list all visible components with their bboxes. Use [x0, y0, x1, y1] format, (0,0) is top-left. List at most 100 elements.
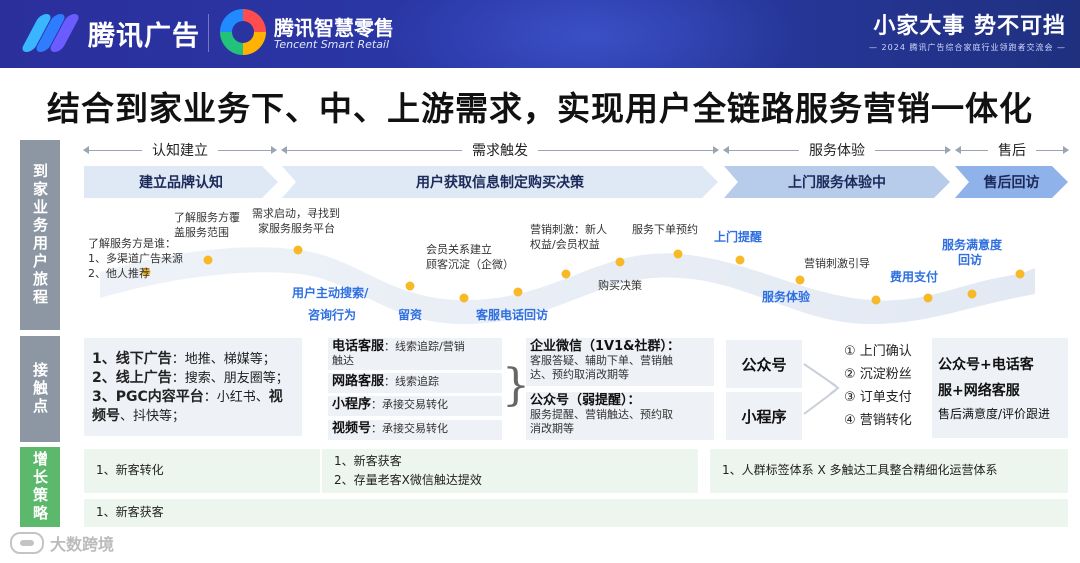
journey-dot	[615, 257, 625, 267]
touch-box-official-account: 公众号	[726, 340, 802, 388]
journey-text-line: 权益/会员权益	[530, 238, 600, 251]
journey-highlight: 服务体验	[762, 290, 811, 304]
journey-text-line: 家服务服务平台	[258, 222, 335, 235]
journey-dot	[459, 293, 469, 303]
touch-pgc-items-d: 、抖快等；	[120, 409, 186, 424]
journey-text: 了解服务方是谁： 1、多渠道广告来源 2、他人推荐	[88, 236, 183, 281]
journey-highlight: 用户主动搜索/咨询行为	[292, 282, 368, 326]
stage-label-service: 服务体验	[809, 143, 865, 159]
header-divider	[208, 14, 209, 52]
service-steps-list: ① 上门确认 ② 沉淀粉丝 ③ 订单支付 ④ 营销转化	[844, 340, 912, 432]
journey-dot	[923, 293, 933, 303]
touch-after-title-b: 服+网络客服	[938, 383, 1020, 399]
journey-dot	[203, 255, 213, 265]
journey-dot	[871, 295, 881, 305]
header-glow	[380, 0, 800, 68]
journey-text-line: 2、他人推荐	[88, 267, 150, 280]
touch-video-title: 视频号	[332, 421, 372, 436]
touch-after-title: 公众号+电话客	[938, 357, 1034, 373]
journey-dot	[293, 245, 303, 255]
touch-online-items: ：搜索、朋友圈等；	[171, 371, 289, 386]
row-label-growth-text: 增长策略	[31, 451, 49, 523]
journey-highlight-line: 回访	[958, 253, 983, 267]
stage-banner-demand: 用户获取信息制定购买决策	[282, 166, 718, 198]
touch-web-service: 网路客服：线索追踪	[328, 373, 502, 393]
touch-ads-panel: 1、线下广告：地推、梯媒等； 2、线上广告：搜索、朋友圈等； 3、PGC内容平台…	[84, 338, 302, 436]
touch-aftersale-panel: 公众号+电话客 服+网络客服 售后满意度/评价跟进	[932, 338, 1068, 438]
tencent-ads-logo-icon	[19, 14, 82, 52]
touch-offline-title: 1、线下广告	[92, 351, 172, 367]
journey-text-line: 盖服务范围	[174, 226, 229, 239]
growth-demand: 1、新客获客 2、存量老客X微信触达提效	[322, 449, 698, 493]
journey-text-line: 1、多渠道广告来源	[88, 252, 183, 265]
journey-text: 服务下单预约	[632, 223, 698, 236]
growth-demand-line: 2、存量老客X微信触达提效	[334, 473, 482, 487]
touch-mini-title: 小程序	[332, 397, 372, 412]
stage-banner-aftersale: 售后回访	[955, 166, 1068, 198]
touch-oa-title: 公众号（弱提醒）：	[530, 393, 641, 408]
journey-dot	[673, 249, 683, 259]
journey-highlight: 留资	[398, 308, 423, 322]
touch-online-title: 2、线上广告	[92, 370, 172, 386]
watermark-text: 大数跨境	[50, 535, 115, 554]
touch-box-mini-program: 小程序	[726, 392, 802, 440]
journey-text: 会员关系建立 顾客沉淀（企微）	[426, 242, 514, 272]
journey-dot	[561, 269, 571, 279]
journey-text: 营销刺激：新人 权益/会员权益	[530, 222, 607, 252]
journey-highlight: 费用支付	[890, 270, 939, 284]
touch-oa-desc-b: 消改期等	[530, 422, 574, 435]
touch-phone-title: 电话客服	[332, 339, 385, 354]
journey-highlight-line: 服务满意度	[942, 238, 1003, 252]
journey-highlight-line: 用户主动搜索/	[292, 286, 369, 300]
journey-dot	[967, 289, 977, 299]
brand-tencent-ads: 腾讯广告	[88, 21, 200, 52]
growth-service: 1、人群标签体系 X 多触达工具整合精细化运营体系	[710, 449, 1068, 493]
growth-awareness: 1、新客转化	[84, 449, 320, 493]
touch-official-account: 公众号（弱提醒）： 服务提醒、营销触达、预约取 消改期等	[526, 392, 714, 440]
touch-offline-items: ：地推、梯媒等；	[171, 352, 276, 367]
touch-pgc-title: 3、PGC内容平台	[92, 389, 204, 405]
touch-phone-desc-b: 触达	[332, 354, 354, 367]
journey-dot	[735, 255, 745, 265]
journey-highlight: 客服电话回访	[476, 308, 549, 322]
brand-smart-retail-en: Tencent Smart Retail	[274, 38, 390, 51]
touch-wecom-title: 企业微信（1V1&社群）：	[530, 339, 680, 354]
header-slogan: 小家大事 势不可挡	[873, 14, 1066, 39]
service-step: ② 沉淀粉丝	[844, 367, 912, 382]
journey-text-line: 了解服务方覆	[174, 211, 240, 224]
journey-text-line: 了解服务方是谁：	[88, 237, 176, 250]
touch-pgc-video-b: 频号	[92, 408, 120, 424]
stage-label-demand: 需求触发	[472, 143, 528, 159]
touch-wecom-desc-b: 达、预约取消改期等	[530, 368, 629, 381]
touch-pgc-video: 视	[268, 389, 283, 405]
touch-video-desc: ：承接交易转化	[371, 422, 449, 435]
touch-web-desc: ：线索追踪	[384, 375, 440, 388]
journey-dot	[1015, 269, 1025, 279]
touch-wecom-desc: 客服答疑、辅助下单、营销触	[530, 354, 673, 367]
growth-demand-line: 1、新客获客	[334, 454, 402, 468]
journey-text-line: 需求启动，寻找到	[252, 207, 340, 220]
touch-pgc-cont: 频号、抖快等；	[92, 407, 294, 426]
touch-video-channel: 视频号：承接交易转化	[328, 420, 502, 440]
service-step: ③ 订单支付	[844, 390, 912, 405]
touch-mini-program: 小程序：承接交易转化	[328, 396, 502, 416]
journey-text: 购买决策	[598, 279, 642, 292]
journey-text: 了解服务方覆 盖服务范围	[174, 210, 240, 240]
touch-offline: 1、线下广告：地推、梯媒等；	[92, 350, 294, 369]
stage-banner-service: 上门服务体验中	[724, 166, 950, 198]
stage-head-aftersale: 售后	[955, 140, 1069, 160]
growth-bottom: 1、新客获客	[84, 499, 1068, 527]
touch-wecom: 企业微信（1V1&社群）： 客服答疑、辅助下单、营销触 达、预约取消改期等	[526, 338, 714, 386]
journey-dot	[513, 287, 523, 297]
row-label-journey: 到家业务用户旅程	[20, 140, 60, 330]
page-title: 结合到家业务下、中、上游需求，实现用户全链路服务营销一体化	[47, 89, 1033, 128]
journey-text-line: 顾客沉淀（企微）	[426, 258, 514, 271]
row-label-growth: 增长策略	[20, 447, 60, 527]
journey-text-line: 营销刺激：新人	[530, 223, 607, 236]
stage-head-awareness: 认知建立	[83, 140, 277, 160]
service-step: ④ 营销转化	[844, 413, 912, 428]
stage-head-service: 服务体验	[723, 140, 951, 160]
brand-smart-retail: 腾讯智慧零售	[274, 16, 394, 40]
touch-oa-desc: 服务提醒、营销触达、预约取	[530, 408, 673, 421]
journey-highlight-line: 咨询行为	[308, 308, 357, 322]
